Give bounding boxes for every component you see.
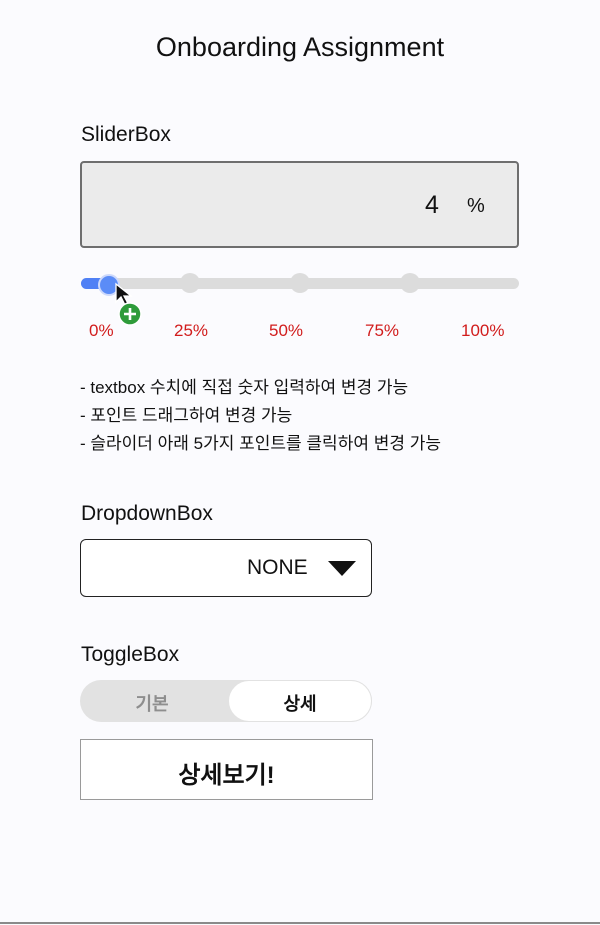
drag-cursor-icon <box>115 282 142 326</box>
slider-input-value[interactable]: 4 <box>412 191 452 220</box>
slider-description-1: - textbox 수치에 직접 숫자 입력하여 변경 가능 <box>80 378 409 397</box>
caret-down-icon[interactable] <box>328 561 356 576</box>
slider-description-2: - 포인트 드래그하여 변경 가능 <box>80 406 293 425</box>
toggle-option-basic[interactable]: 기본 <box>80 690 224 716</box>
toggle-switch[interactable]: 기본 상세 <box>80 680 372 722</box>
slider-section-label: SliderBox <box>81 123 171 146</box>
slider-description-3: - 슬라이더 아래 5가지 포인트를 클릭하여 변경 가능 <box>80 434 441 453</box>
slider-point-50[interactable] <box>290 273 310 293</box>
slider-value-input[interactable]: 4 % <box>80 161 519 248</box>
slider-point-75[interactable] <box>400 273 420 293</box>
slider-label-100[interactable]: 100% <box>461 321 504 341</box>
slider-label-50[interactable]: 50% <box>269 321 303 341</box>
slider-input-unit: % <box>467 195 485 217</box>
detail-view-box: 상세보기! <box>80 739 373 800</box>
page-title: Onboarding Assignment <box>155 32 445 62</box>
dropdown-section-label: DropdownBox <box>81 502 213 525</box>
detail-view-text: 상세보기! <box>178 762 275 789</box>
slider-label-25[interactable]: 25% <box>174 321 208 341</box>
slider-point-25[interactable] <box>180 273 200 293</box>
bottom-divider <box>0 922 600 924</box>
slider-label-0[interactable]: 0% <box>89 321 114 341</box>
toggle-section-label: ToggleBox <box>81 643 180 666</box>
toggle-option-detail[interactable]: 상세 <box>228 690 372 716</box>
slider-label-75[interactable]: 75% <box>365 321 399 341</box>
dropdown-selected-value: NONE <box>247 556 308 579</box>
dropdown-select[interactable]: NONE <box>80 539 372 597</box>
